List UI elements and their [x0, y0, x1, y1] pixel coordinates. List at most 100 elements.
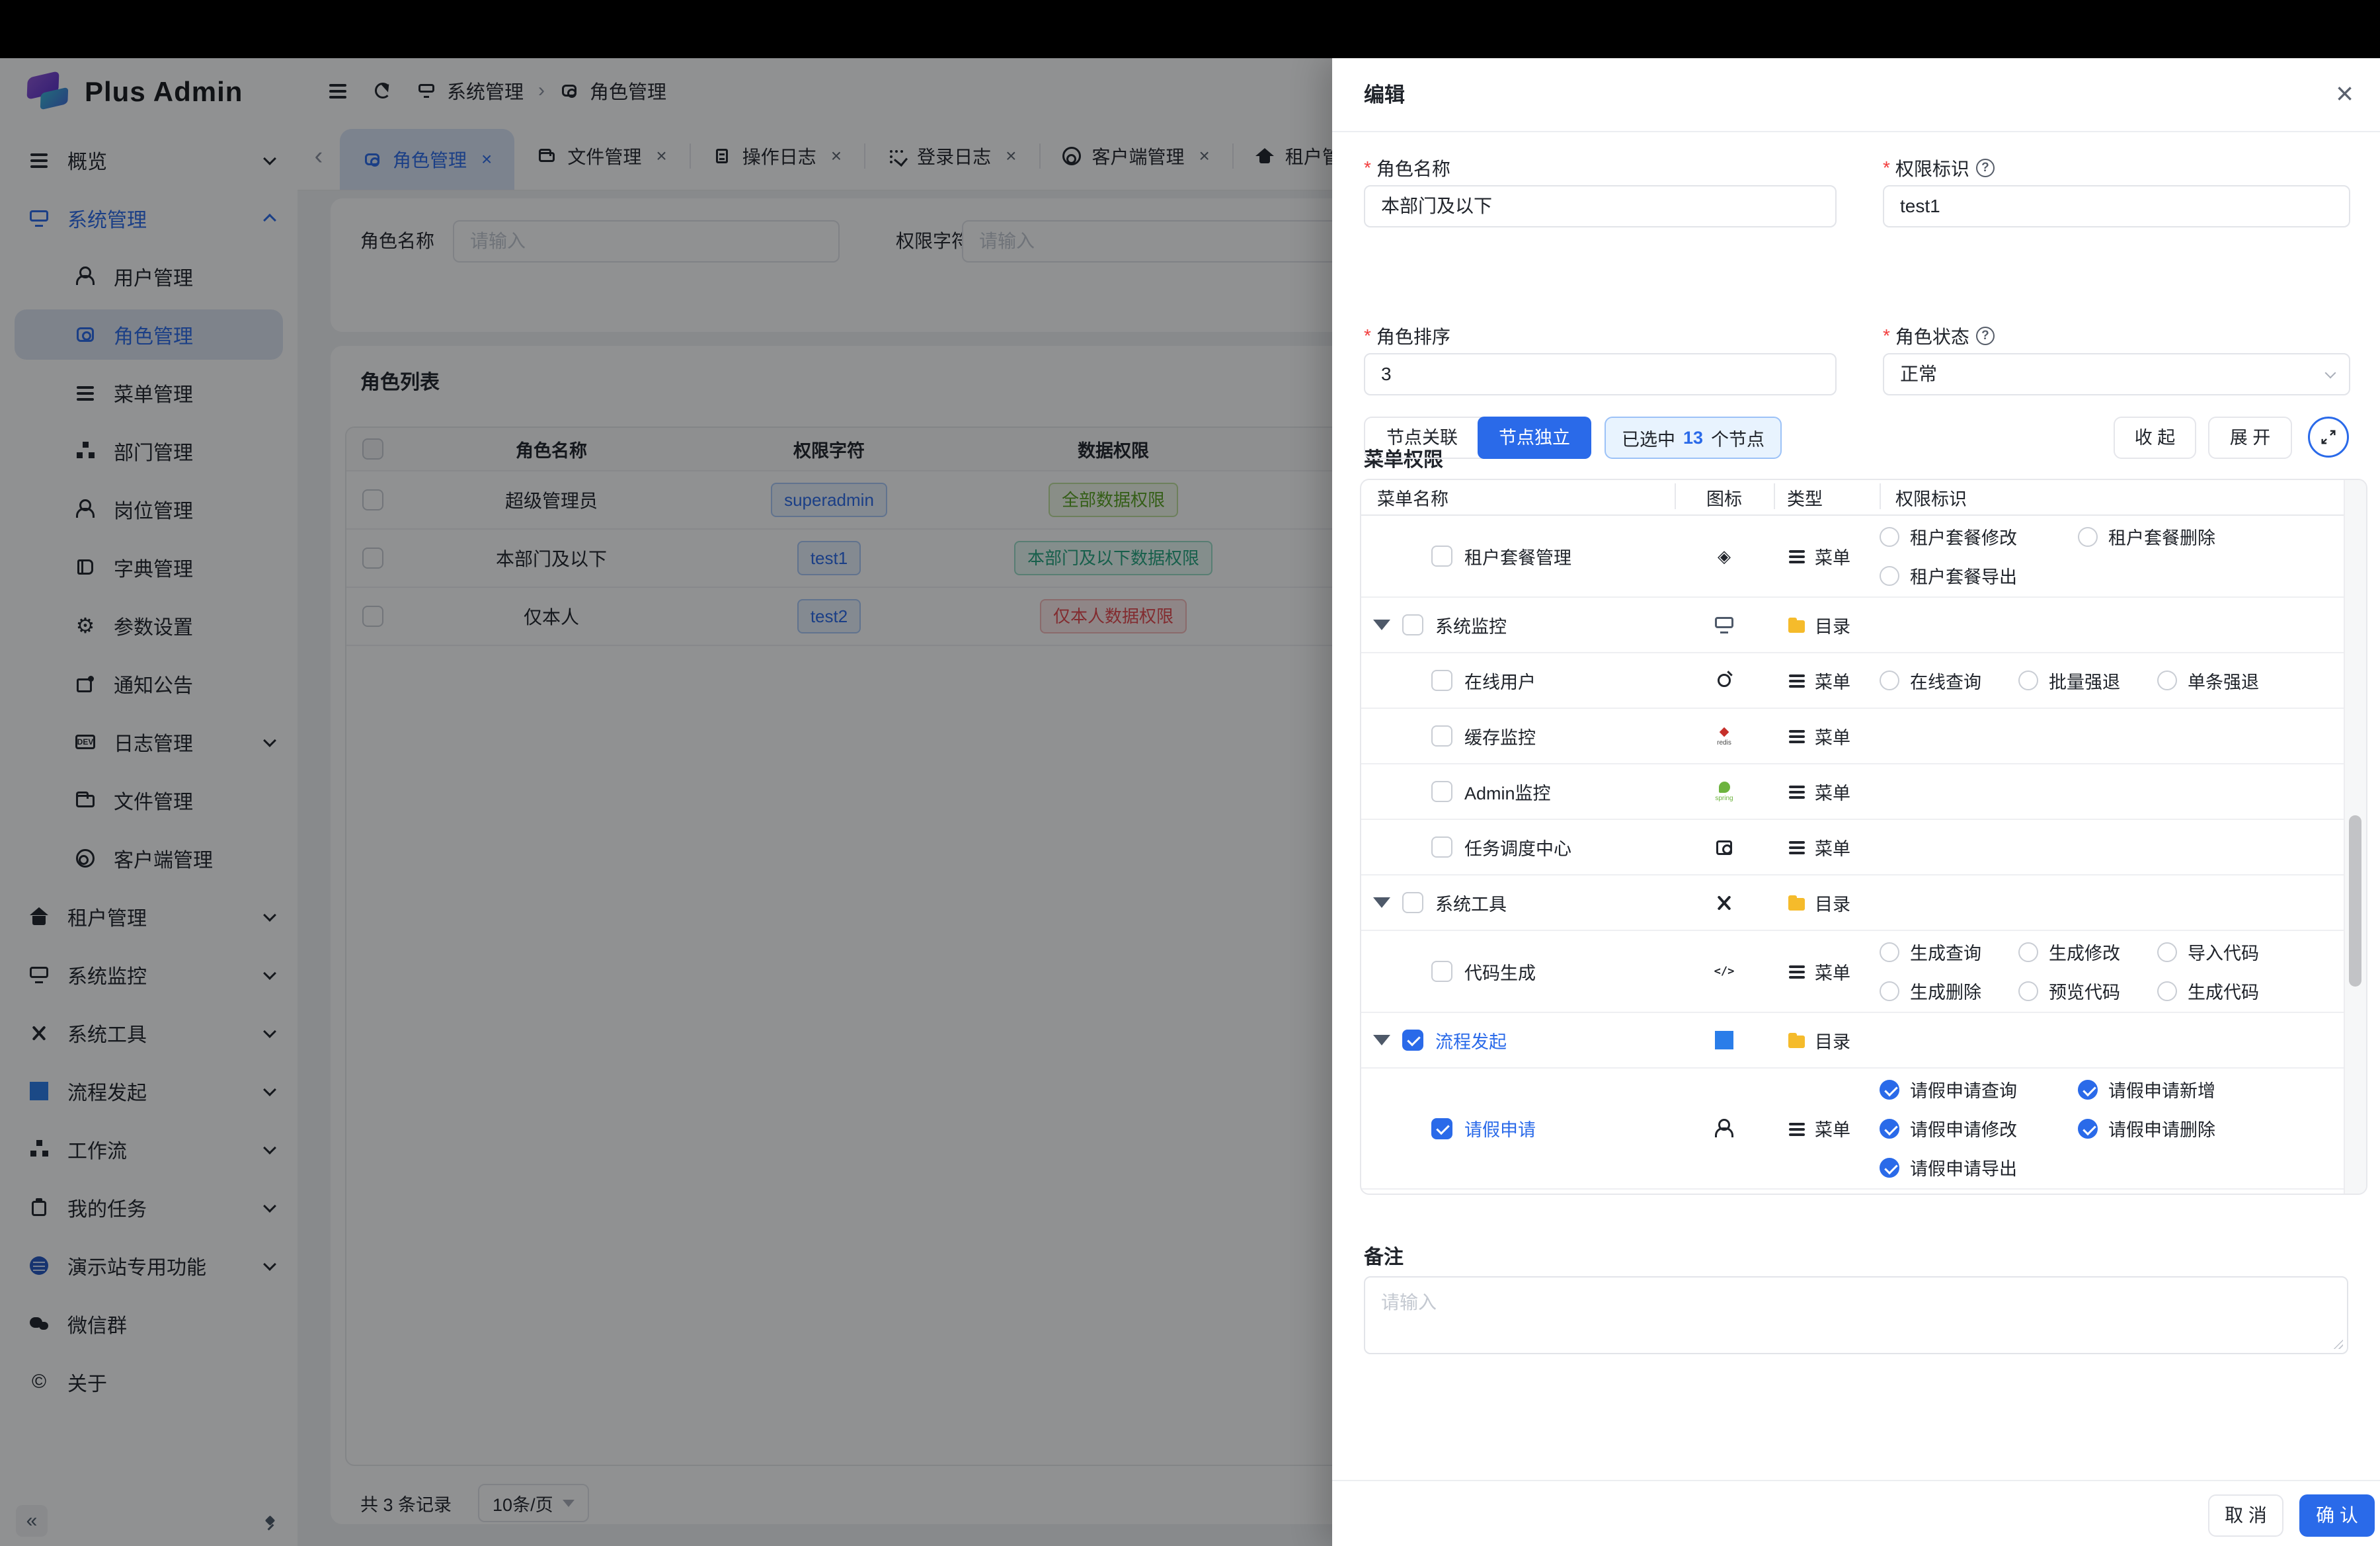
expand-all-button[interactable]: 展 开 — [2208, 417, 2292, 459]
tree-row: 请假申请 菜单 — [1361, 1069, 2344, 1190]
perm-option[interactable]: 租户套餐导出 — [1880, 563, 2078, 589]
perm-option[interactable]: 在线查询 — [1880, 668, 2018, 694]
perm-option[interactable]: 生成代码 — [2157, 978, 2296, 1004]
perm-options: 租户套餐修改 租户套餐删除 租户套餐导出 — [1880, 524, 2344, 589]
tree-col-type: 类型 — [1774, 485, 1880, 510]
perm-checkbox[interactable] — [1880, 1119, 1899, 1139]
menu-perm-tree: 菜单名称 图标 类型 权限标识 租户套餐管理 — [1360, 479, 2367, 1195]
help-icon[interactable]: ? — [1976, 159, 1995, 177]
tree-scrollbar[interactable] — [2344, 480, 2366, 1194]
expand-triangle-icon[interactable] — [1373, 620, 1390, 630]
tree-node-checkbox[interactable] — [1431, 670, 1452, 691]
tree-node-checkbox[interactable] — [1431, 836, 1452, 858]
perm-option[interactable]: 预览代码 — [2018, 978, 2157, 1004]
tree-node-checkbox[interactable] — [1431, 961, 1452, 982]
selected-count-badge: 已选中13个节点 — [1605, 417, 1782, 459]
tree-row: 租户套餐管理 菜单 — [1361, 516, 2344, 598]
tree-node-checkbox[interactable] — [1431, 546, 1452, 567]
perm-checkbox[interactable] — [1880, 1080, 1899, 1100]
expand-triangle-icon[interactable] — [1373, 1035, 1390, 1045]
perm-checkbox[interactable] — [1880, 981, 1899, 1001]
fullscreen-button[interactable] — [2308, 417, 2349, 458]
tree-row: 系统工具 目录 — [1361, 875, 2344, 931]
perm-option[interactable]: 请假申请导出 — [1880, 1155, 2078, 1180]
perm-option[interactable]: 生成修改 — [2018, 939, 2157, 965]
node-mode-segmented: 节点关联 节点独立 — [1364, 417, 1591, 459]
type-label: 菜单 — [1815, 959, 1850, 985]
remark-textarea[interactable]: 请输入 — [1364, 1276, 2348, 1354]
perm-option[interactable]: 租户套餐删除 — [2078, 524, 2276, 549]
perm-checkbox[interactable] — [1880, 942, 1899, 962]
expand-triangle-icon[interactable] — [1373, 897, 1390, 908]
tree-node-checkbox[interactable] — [1402, 892, 1423, 913]
perm-label: 请假申请新增 — [2108, 1077, 2215, 1102]
perm-option[interactable]: 请假申请删除 — [2078, 1116, 2276, 1141]
type-icon — [1787, 1119, 1807, 1139]
fullscreen-icon — [2319, 428, 2338, 446]
perm-checkbox[interactable] — [1880, 527, 1899, 547]
tree-node-checkbox[interactable] — [1431, 1118, 1452, 1139]
perm-checkbox[interactable] — [2018, 942, 2038, 962]
perm-option[interactable]: 请假申请修改 — [1880, 1116, 2078, 1141]
perm-option[interactable]: 租户套餐修改 — [1880, 524, 2078, 549]
tree-node-checkbox[interactable] — [1402, 1030, 1423, 1051]
cancel-button[interactable]: 取 消 — [2208, 1494, 2283, 1537]
type-label: 菜单 — [1815, 668, 1850, 694]
role-name-label: *角色名称 — [1364, 155, 1450, 181]
perm-label: 单条强退 — [2188, 668, 2259, 694]
perm-label: 租户套餐导出 — [1910, 563, 2017, 589]
perm-checkbox[interactable] — [1880, 566, 1899, 586]
edit-drawer: 编辑 × *角色名称 本部门及以下 *权限标识 ? test1 *角色排序 3 — [1332, 58, 2380, 1546]
perm-checkbox[interactable] — [2018, 671, 2038, 690]
perm-option[interactable]: 单条强退 — [2157, 668, 2296, 694]
perm-checkbox[interactable] — [2078, 1080, 2098, 1100]
role-name-input[interactable]: 本部门及以下 — [1364, 185, 1837, 227]
perm-checkbox[interactable] — [1880, 1158, 1899, 1178]
perm-checkbox[interactable] — [1880, 671, 1899, 690]
tree-node-label: 系统监控 — [1435, 612, 1507, 638]
perm-checkbox[interactable] — [2157, 671, 2177, 690]
perm-label: 导入代码 — [2188, 939, 2259, 965]
tenant-package-icon — [1713, 545, 1735, 567]
type-icon — [1787, 837, 1807, 857]
perm-key-input[interactable]: test1 — [1883, 185, 2350, 227]
perm-label: 请假申请删除 — [2108, 1116, 2215, 1141]
type-icon — [1787, 726, 1807, 746]
perm-checkbox[interactable] — [2078, 1119, 2098, 1139]
perm-option[interactable]: 请假申请新增 — [2078, 1077, 2276, 1102]
system-tools-icon — [1713, 891, 1735, 914]
perm-option[interactable]: 批量强退 — [2018, 668, 2157, 694]
tree-node-label: Admin监控 — [1464, 779, 1551, 805]
tree-node-checkbox[interactable] — [1431, 781, 1452, 802]
tree-node-checkbox[interactable] — [1402, 614, 1423, 635]
role-sort-input[interactable]: 3 — [1364, 353, 1837, 395]
tree-scrollbar-thumb[interactable] — [2349, 815, 2361, 987]
help-icon[interactable]: ? — [1976, 327, 1995, 345]
close-icon[interactable]: × — [2336, 58, 2354, 128]
tree-node-checkbox[interactable] — [1431, 725, 1452, 747]
tree-row: 缓存监控 菜单 — [1361, 709, 2344, 764]
role-status-value: 正常 — [1900, 354, 1937, 394]
perm-option[interactable]: 生成删除 — [1880, 978, 2018, 1004]
perm-checkbox[interactable] — [2157, 981, 2177, 1001]
role-status-select[interactable]: 正常 — [1883, 353, 2350, 395]
tree-row: 在线用户 菜单 — [1361, 653, 2344, 709]
node-independent-button[interactable]: 节点独立 — [1478, 417, 1591, 459]
drawer-title: 编辑 — [1364, 58, 1405, 132]
perm-label: 租户套餐删除 — [2108, 524, 2215, 549]
window-top-bar — [0, 0, 2380, 58]
type-icon — [1787, 671, 1807, 690]
perm-option[interactable]: 请假申请查询 — [1880, 1077, 2078, 1102]
type-label: 目录 — [1815, 1028, 1850, 1053]
perm-option[interactable]: 导入代码 — [2157, 939, 2296, 965]
perm-checkbox[interactable] — [2078, 527, 2098, 547]
collapse-all-button[interactable]: 收 起 — [2114, 417, 2196, 459]
perm-checkbox[interactable] — [2157, 942, 2177, 962]
node-linked-button[interactable]: 节点关联 — [1365, 418, 1479, 458]
confirm-button[interactable]: 确 认 — [2299, 1494, 2375, 1537]
chevron-down-icon — [2324, 368, 2337, 381]
tree-node-label: 代码生成 — [1464, 959, 1536, 985]
perm-option[interactable]: 生成查询 — [1880, 939, 2018, 965]
perm-checkbox[interactable] — [2018, 981, 2038, 1001]
drawer-footer: 取 消 确 认 — [1332, 1480, 2380, 1546]
